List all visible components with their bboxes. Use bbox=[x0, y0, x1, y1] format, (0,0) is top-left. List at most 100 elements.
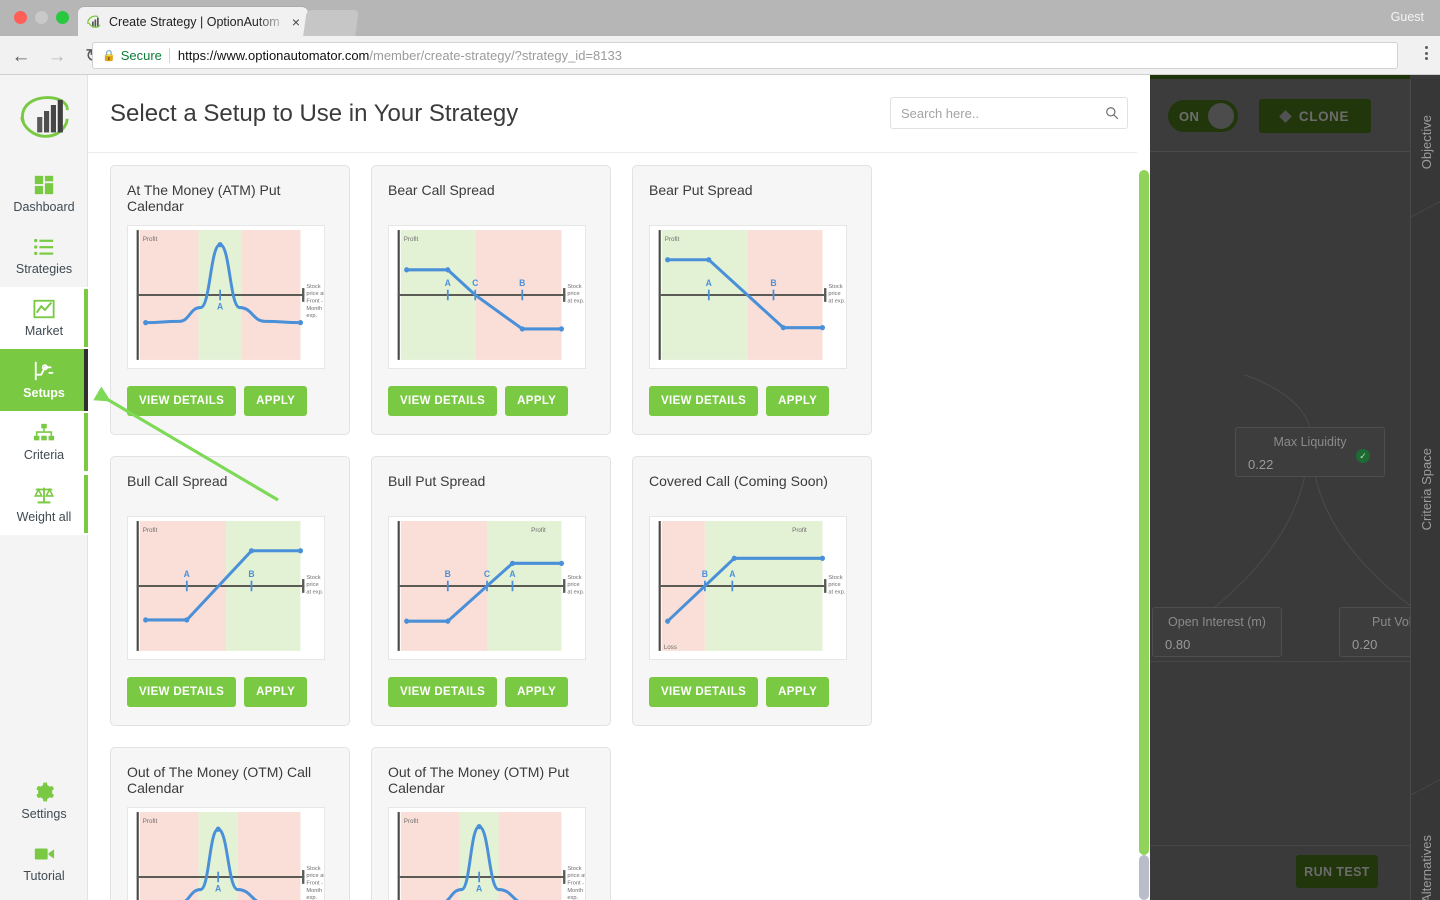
guest-profile-label[interactable]: Guest bbox=[1391, 10, 1424, 24]
payoff-diagram: ACBProfitStockpriceat exp. bbox=[389, 226, 585, 368]
sidebar-item-market[interactable]: Market bbox=[0, 287, 88, 349]
clone-diamond-icon bbox=[1279, 110, 1292, 123]
svg-text:Stock: Stock bbox=[306, 575, 320, 581]
vtab-alternatives[interactable]: Alternatives bbox=[1411, 799, 1440, 900]
setup-card[interactable]: Out of The Money (OTM) Put Calendar AProf… bbox=[371, 747, 611, 900]
new-tab-button[interactable] bbox=[303, 10, 359, 36]
svg-text:Front -: Front - bbox=[306, 880, 323, 886]
screenshot-root: Create Strategy | OptionAutom × Guest ← … bbox=[0, 0, 1440, 900]
view-details-button[interactable]: VIEW DETAILS bbox=[388, 677, 497, 707]
apply-button[interactable]: APPLY bbox=[505, 386, 568, 416]
sidebar-item-strategies[interactable]: Strategies bbox=[0, 225, 88, 287]
setup-selector-panel: Dashboard Strategies bbox=[0, 75, 1150, 900]
search-icon[interactable] bbox=[1097, 106, 1127, 120]
svg-text:A: A bbox=[445, 278, 452, 288]
sidebar-item-label: Market bbox=[25, 325, 63, 338]
browser-toolbar: ← → ↻ 🔒 Secure https://www.optionautomat… bbox=[0, 36, 1440, 75]
vtab-criteria-space[interactable]: Criteria Space bbox=[1411, 409, 1440, 569]
svg-text:Profit: Profit bbox=[531, 527, 546, 534]
vtab-label: Objective bbox=[1419, 115, 1434, 169]
back-button[interactable]: ← bbox=[10, 45, 32, 67]
payoff-diagram: BCAProfitStockpriceat exp. bbox=[389, 517, 585, 659]
setup-card[interactable]: Covered Call (Coming Soon)BAProfitLossSt… bbox=[632, 456, 872, 726]
sidebar-item-weight-all[interactable]: Weight all bbox=[0, 473, 88, 535]
panel-scrollbar-thumb[interactable] bbox=[1139, 170, 1149, 855]
background-vertical-tab-strip: Objective Criteria Space Alternatives bbox=[1410, 79, 1440, 900]
browser-tab[interactable]: Create Strategy | OptionAutom × bbox=[78, 7, 308, 36]
setup-card-title: Out of The Money (OTM) Put Calendar bbox=[388, 764, 594, 797]
vtab-objective[interactable]: Objective bbox=[1411, 85, 1440, 200]
svg-text:at exp.: at exp. bbox=[306, 589, 323, 595]
maximize-window-button[interactable] bbox=[56, 11, 69, 24]
lock-icon: 🔒 bbox=[102, 49, 116, 62]
svg-text:Profit: Profit bbox=[665, 236, 680, 243]
close-tab-button[interactable]: × bbox=[292, 15, 300, 29]
sidebar-item-label: Settings bbox=[21, 808, 66, 821]
background-divider bbox=[1150, 845, 1410, 846]
background-toggle-label: ON bbox=[1179, 109, 1199, 124]
setup-card[interactable]: Bull Put SpreadBCAProfitStockpriceat exp… bbox=[371, 456, 611, 726]
svg-text:Profit: Profit bbox=[404, 236, 419, 243]
vtab-notch bbox=[1411, 779, 1440, 795]
svg-text:price at: price at bbox=[306, 873, 324, 879]
close-window-button[interactable] bbox=[14, 11, 27, 24]
sidebar-item-settings[interactable]: Settings bbox=[0, 770, 88, 832]
setup-card[interactable]: Bear Call SpreadACBProfitStockpriceat ex… bbox=[371, 165, 611, 435]
sidebar-item-setups[interactable]: Setups bbox=[0, 349, 88, 411]
sidebar-item-tutorial[interactable]: Tutorial bbox=[0, 832, 88, 894]
background-on-toggle[interactable]: ON bbox=[1168, 100, 1238, 132]
setup-card[interactable]: Bull Call SpreadABProfitStockpriceat exp… bbox=[110, 456, 350, 726]
url-domain: https://www.optionautomator.com bbox=[178, 48, 369, 63]
setup-card-grid: At The Money (ATM) Put CalendarAProfitSt… bbox=[110, 165, 1132, 900]
setup-card[interactable]: Bear Put SpreadABProfitStockpriceat exp.… bbox=[632, 165, 872, 435]
setup-payoff-chart: ACBProfitStockpriceat exp. bbox=[388, 225, 586, 369]
apply-button[interactable]: APPLY bbox=[244, 677, 307, 707]
optionautomator-logo[interactable] bbox=[18, 93, 70, 141]
setup-payoff-chart: AProfitStockprice atFront -Monthexp. bbox=[388, 807, 586, 900]
svg-text:at exp.: at exp. bbox=[567, 298, 584, 304]
scales-icon bbox=[33, 484, 55, 506]
address-bar[interactable]: 🔒 Secure https://www.optionautomator.com… bbox=[92, 42, 1398, 69]
svg-text:Month: Month bbox=[567, 888, 583, 894]
search-box[interactable] bbox=[890, 97, 1128, 129]
svg-text:Stock: Stock bbox=[828, 575, 842, 581]
sidebar-item-dashboard[interactable]: Dashboard bbox=[0, 163, 88, 225]
background-node-open-interest[interactable]: Open Interest (m) 0.80 bbox=[1152, 607, 1282, 657]
view-details-button[interactable]: VIEW DETAILS bbox=[649, 677, 758, 707]
svg-text:exp.: exp. bbox=[306, 895, 317, 900]
svg-text:Stock: Stock bbox=[567, 866, 581, 872]
background-clone-button[interactable]: CLONE bbox=[1259, 99, 1371, 133]
apply-button[interactable]: APPLY bbox=[766, 677, 829, 707]
view-details-button[interactable]: VIEW DETAILS bbox=[127, 386, 236, 416]
background-run-test-button[interactable]: RUN TEST bbox=[1296, 855, 1378, 888]
setup-card-actions: VIEW DETAILS APPLY bbox=[127, 386, 333, 416]
search-input[interactable] bbox=[891, 98, 1097, 128]
svg-text:Stock: Stock bbox=[306, 866, 320, 872]
panel-scrollbar-lower[interactable] bbox=[1139, 855, 1149, 900]
background-node-max-liquidity[interactable]: Max Liquidity 0.22 ✓ bbox=[1235, 427, 1385, 477]
panel-scrollbar-track[interactable] bbox=[1137, 75, 1150, 900]
sidebar-bottom-items: Settings Tutorial bbox=[0, 770, 88, 894]
node-title: Open Interest (m) bbox=[1153, 608, 1281, 629]
sidebar-item-criteria[interactable]: Criteria bbox=[0, 411, 88, 473]
view-details-button[interactable]: VIEW DETAILS bbox=[388, 386, 497, 416]
apply-button[interactable]: APPLY bbox=[505, 677, 568, 707]
sidebar-item-label: Criteria bbox=[24, 449, 64, 462]
svg-text:Profit: Profit bbox=[143, 236, 158, 243]
browser-menu-button[interactable] bbox=[1425, 46, 1428, 60]
setup-card[interactable]: At The Money (ATM) Put CalendarAProfitSt… bbox=[110, 165, 350, 435]
svg-text:A: A bbox=[509, 569, 516, 579]
setup-card[interactable]: Out of The Money (OTM) Call CalendarAPro… bbox=[110, 747, 350, 900]
payoff-diagram: AProfitStockprice atFront -Monthexp. bbox=[389, 808, 585, 900]
setup-payoff-chart: AProfitStockprice atFront -Monthexp. bbox=[127, 807, 325, 900]
svg-text:price: price bbox=[567, 582, 579, 588]
minimize-window-button[interactable] bbox=[35, 11, 48, 24]
view-details-button[interactable]: VIEW DETAILS bbox=[649, 386, 758, 416]
apply-button[interactable]: APPLY bbox=[244, 386, 307, 416]
svg-text:Stock: Stock bbox=[567, 284, 581, 290]
browser-titlebar: Create Strategy | OptionAutom × Guest bbox=[0, 0, 1440, 36]
view-details-button[interactable]: VIEW DETAILS bbox=[127, 677, 236, 707]
apply-button[interactable]: APPLY bbox=[766, 386, 829, 416]
url-path: /member/create-strategy/?strategy_id=813… bbox=[369, 48, 622, 63]
svg-text:Profit: Profit bbox=[143, 527, 158, 534]
